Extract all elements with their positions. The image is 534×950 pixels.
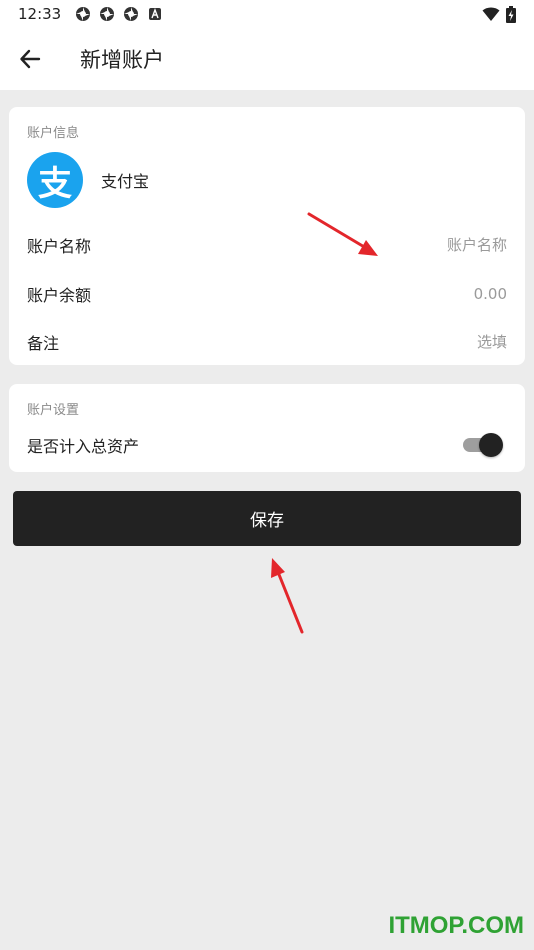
a-icon (149, 8, 162, 20)
include-in-total-toggle[interactable] (463, 433, 503, 457)
status-bar: 12:33 (0, 0, 534, 28)
remark-label: 备注 (27, 334, 60, 353)
include-in-total-label: 是否计入总资产 (27, 437, 140, 456)
back-arrow-icon (20, 49, 41, 69)
alipay-logo-char: 支 (38, 163, 72, 204)
alipay-logo-icon: 支 (27, 152, 83, 208)
watermark: ITMOP.COM (388, 912, 524, 939)
app-bar: 新增账户 (0, 28, 534, 90)
account-name-row: 账户名称 (9, 222, 525, 268)
account-name-label: 账户名称 (27, 237, 92, 256)
account-name-input[interactable] (307, 236, 507, 254)
account-type-selector[interactable]: 支 支付宝 (27, 152, 149, 208)
include-in-total-row: 是否计入总资产 (9, 422, 525, 468)
section-label-account-settings: 账户设置 (27, 403, 80, 418)
account-balance-label: 账户余额 (27, 286, 92, 305)
account-type-name: 支付宝 (101, 172, 150, 191)
remark-row: 备注 (9, 319, 525, 365)
status-time: 12:33 (18, 5, 62, 23)
wifi-icon (482, 7, 500, 21)
section-label-account-info: 账户信息 (27, 126, 80, 141)
app-icon (100, 7, 115, 21)
account-settings-card: 账户设置 是否计入总资产 (9, 384, 525, 472)
account-info-card: 账户信息 支 支付宝 账户名称 账户余额 备注 (9, 107, 525, 365)
annotation-arrow-bottom (271, 558, 304, 634)
page-title: 新增账户 (80, 48, 164, 72)
back-button[interactable] (0, 28, 60, 90)
app-icon (124, 7, 139, 21)
account-balance-row: 账户余额 (9, 271, 525, 317)
app-icon (76, 7, 91, 21)
battery-icon (506, 5, 516, 23)
save-button[interactable]: 保存 (13, 491, 521, 546)
toggle-thumb (479, 433, 503, 457)
account-balance-input[interactable] (307, 285, 507, 303)
remark-input[interactable] (307, 333, 507, 351)
